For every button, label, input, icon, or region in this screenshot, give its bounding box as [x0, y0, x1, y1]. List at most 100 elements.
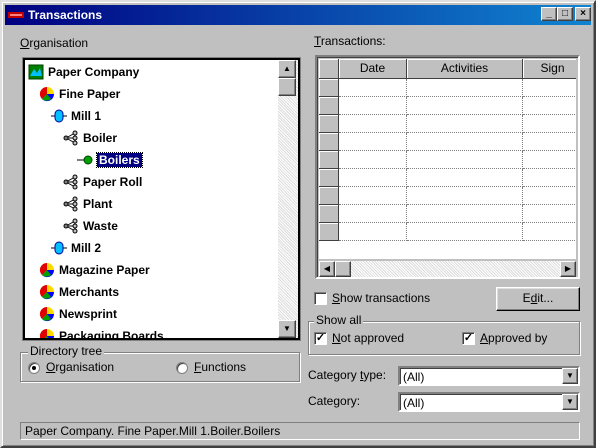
- tree-item-label: Paper Company: [48, 65, 140, 79]
- tree-item-label: Paper Roll: [83, 175, 143, 189]
- table-cell[interactable]: [523, 115, 576, 133]
- table-cell[interactable]: [339, 133, 407, 151]
- row-header[interactable]: [319, 151, 339, 169]
- not-approved-checkbox[interactable]: ✓: [314, 332, 327, 345]
- table-cell[interactable]: [523, 169, 576, 187]
- table-cell[interactable]: [407, 115, 523, 133]
- row-header[interactable]: [319, 79, 339, 97]
- table-cell[interactable]: [523, 223, 576, 241]
- not-approved-label[interactable]: Not approved: [332, 331, 404, 345]
- table-cell[interactable]: [407, 79, 523, 97]
- scroll-left-arrow-icon[interactable]: ◀: [319, 261, 335, 277]
- division-pie-icon: [39, 284, 55, 300]
- tree-item-label: Mill 2: [71, 241, 102, 255]
- maximize-button[interactable]: □: [557, 7, 573, 21]
- show-transactions-checkbox[interactable]: [314, 292, 327, 305]
- table-cell[interactable]: [407, 133, 523, 151]
- column-header[interactable]: Activities: [407, 59, 523, 79]
- table-cell[interactable]: [523, 151, 576, 169]
- table-cell[interactable]: [339, 79, 407, 97]
- mill-icon: [51, 108, 67, 124]
- edit-button[interactable]: Edit...: [496, 287, 580, 311]
- table-cell[interactable]: [339, 187, 407, 205]
- transactions-grid[interactable]: Date Activities Sign ◀ ▶: [315, 55, 580, 279]
- table-cell[interactable]: [407, 151, 523, 169]
- status-path: Paper Company. Fine Paper.Mill 1.Boiler.…: [25, 424, 281, 438]
- row-header[interactable]: [319, 97, 339, 115]
- scroll-down-arrow-icon[interactable]: ▼: [278, 320, 296, 338]
- hierarchy-icon: [63, 174, 79, 190]
- column-header[interactable]: Date: [339, 59, 407, 79]
- tree-item-label: Plant: [83, 197, 113, 211]
- tree-item-label: Magazine Paper: [59, 263, 150, 277]
- table-cell[interactable]: [339, 223, 407, 241]
- tree-vertical-scrollbar[interactable]: ▲ ▼: [278, 60, 298, 338]
- category-value: (All): [403, 396, 425, 410]
- row-header[interactable]: [319, 187, 339, 205]
- hierarchy-icon: [63, 130, 79, 146]
- table-cell[interactable]: [407, 97, 523, 115]
- minimize-button[interactable]: _: [541, 7, 557, 21]
- chevron-down-icon[interactable]: ▼: [562, 368, 578, 384]
- tree-item-label: Newsprint: [59, 307, 118, 321]
- scroll-right-arrow-icon[interactable]: ▶: [560, 261, 576, 277]
- mill-icon: [51, 240, 67, 256]
- approved-by-label[interactable]: Approved by: [480, 331, 547, 345]
- category-type-label: Category type:: [308, 368, 387, 382]
- table-cell[interactable]: [407, 169, 523, 187]
- table-cell[interactable]: [339, 97, 407, 115]
- division-pie-icon: [39, 86, 55, 102]
- category-type-value: (All): [403, 370, 425, 384]
- leaf-node-icon: [77, 152, 93, 168]
- radio-organisation-label[interactable]: Organisation: [46, 360, 114, 374]
- grid-horizontal-scrollbar[interactable]: ◀ ▶: [319, 261, 576, 277]
- table-cell[interactable]: [523, 97, 576, 115]
- table-cell[interactable]: [339, 151, 407, 169]
- table-cell[interactable]: [523, 187, 576, 205]
- category-type-select[interactable]: (All) ▼: [398, 366, 580, 386]
- column-header[interactable]: Sign: [523, 59, 576, 79]
- radio-functions-label[interactable]: Functions: [194, 360, 246, 374]
- title-bar[interactable]: Transactions _ □ ×: [5, 5, 591, 25]
- organisation-tree[interactable]: Paper Company Fine Paper Mill 1 Boiler Boile…: [23, 58, 300, 340]
- table-cell[interactable]: [407, 223, 523, 241]
- radio-functions[interactable]: [176, 362, 188, 374]
- row-header[interactable]: [319, 115, 339, 133]
- window-title: Transactions: [28, 8, 103, 22]
- row-header[interactable]: [319, 169, 339, 187]
- category-label: Category:: [308, 394, 361, 408]
- grid-corner-header: [319, 59, 339, 79]
- division-pie-icon: [39, 262, 55, 278]
- table-cell[interactable]: [407, 205, 523, 223]
- table-cell[interactable]: [523, 133, 576, 151]
- row-header[interactable]: [319, 223, 339, 241]
- radio-organisation[interactable]: [28, 362, 40, 374]
- transactions-grid-cells: Date Activities Sign: [319, 59, 576, 259]
- transactions-window: Transactions _ □ × Organisation Paper Co…: [0, 0, 596, 448]
- approved-by-checkbox[interactable]: ✓: [462, 332, 475, 345]
- table-cell[interactable]: [339, 205, 407, 223]
- company-icon: [28, 64, 44, 80]
- row-header[interactable]: [319, 133, 339, 151]
- table-cell[interactable]: [523, 79, 576, 97]
- organisation-label: Organisation: [20, 36, 89, 50]
- show-transactions-label[interactable]: Show transactions: [332, 291, 430, 305]
- division-pie-icon: [39, 328, 55, 338]
- table-cell[interactable]: [407, 187, 523, 205]
- horizontal-scroll-thumb[interactable]: [335, 261, 351, 277]
- row-header[interactable]: [319, 205, 339, 223]
- show-all-title: Show all: [314, 313, 364, 327]
- close-button[interactable]: ×: [575, 7, 591, 21]
- chevron-down-icon[interactable]: ▼: [562, 394, 578, 410]
- category-select[interactable]: (All) ▼: [398, 392, 580, 412]
- tree-items-container: Paper Company Fine Paper Mill 1 Boiler Boile…: [25, 60, 279, 338]
- scroll-up-arrow-icon[interactable]: ▲: [278, 60, 296, 78]
- table-cell[interactable]: [523, 205, 576, 223]
- table-cell[interactable]: [339, 115, 407, 133]
- table-cell[interactable]: [339, 169, 407, 187]
- scroll-thumb[interactable]: [278, 78, 296, 96]
- tree-item-label: Waste: [83, 219, 118, 233]
- tree-item-label: Boilers: [96, 152, 143, 168]
- app-icon: [8, 12, 24, 18]
- tree-item-label: Boiler: [83, 131, 118, 145]
